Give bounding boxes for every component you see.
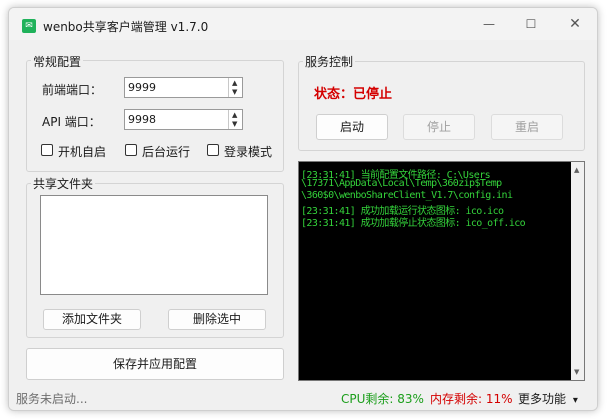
- restart-button[interactable]: 重启: [491, 114, 563, 140]
- window-title: wenbo共享客户端管理 v1.7.0: [43, 20, 209, 34]
- log-console[interactable]: [23:31:41] 当前配置文件路径: C:\Users \17371\App…: [298, 161, 585, 381]
- checkbox-box[interactable]: [125, 144, 137, 156]
- app-icon: ✉: [22, 19, 36, 33]
- general-config-title: 常规配置: [31, 53, 84, 70]
- save-apply-button[interactable]: 保存并应用配置: [26, 348, 284, 380]
- frontend-port-label: 前端端口：: [42, 83, 103, 97]
- frontend-port-spinner[interactable]: 9999 ▲ ▼: [124, 77, 243, 98]
- close-button[interactable]: ✕: [561, 12, 589, 36]
- status-bar: 服务未启动... CPU剩余: 83% 内存剩余: 11% 更多功能 ▾: [9, 386, 597, 410]
- memory-remaining: 内存剩余: 11%: [430, 392, 513, 406]
- title-bar: ✉ wenbo共享客户端管理 v1.7.0 — ☐ ✕: [9, 8, 597, 40]
- checkbox-box[interactable]: [207, 144, 219, 156]
- start-button[interactable]: 启动: [316, 114, 388, 140]
- frontend-port-value: 9999: [128, 81, 156, 94]
- delete-selected-button[interactable]: 删除选中: [168, 309, 266, 330]
- login-mode-label: 登录模式: [224, 145, 273, 159]
- service-status-text: 状态：已停止: [314, 87, 393, 102]
- maximize-button[interactable]: ☐: [517, 12, 545, 36]
- frontend-port-arrows[interactable]: ▲ ▼: [228, 78, 242, 97]
- service-control-title: 服务控制: [303, 53, 356, 70]
- app-window: ✉ wenbo共享客户端管理 v1.7.0 — ☐ ✕ 常规配置 前端端口： 9…: [8, 7, 598, 411]
- autostart-label: 开机自启: [58, 145, 107, 159]
- log-scrollbar[interactable]: ▲ ▼: [571, 162, 584, 380]
- checkbox-box[interactable]: [41, 144, 53, 156]
- log-line: \360$0\wenboShareClient_V1.7\config.ini: [301, 190, 513, 201]
- more-functions-label[interactable]: 更多功能: [518, 392, 566, 406]
- minimize-button[interactable]: —: [475, 12, 503, 36]
- more-functions-menu[interactable]: 更多功能 ▾: [518, 390, 578, 407]
- shared-folders-list[interactable]: [40, 195, 268, 295]
- spin-down-icon[interactable]: ▼: [232, 120, 237, 128]
- shared-folders-title: 共享文件夹: [31, 175, 96, 192]
- spin-up-icon[interactable]: ▲: [232, 111, 237, 119]
- log-line: [23:31:41] 成功加载停止状态图标: ico_off.ico: [301, 218, 526, 229]
- api-port-value: 9998: [128, 113, 156, 126]
- scroll-up-icon[interactable]: ▲: [574, 166, 579, 174]
- api-port-label: API 端口：: [42, 115, 101, 129]
- status-message: 服务未启动...: [16, 392, 88, 406]
- spin-down-icon[interactable]: ▼: [232, 88, 237, 96]
- add-folder-button[interactable]: 添加文件夹: [43, 309, 141, 330]
- cpu-remaining: CPU剩余: 83%: [341, 392, 424, 406]
- background-run-label: 后台运行: [142, 145, 191, 159]
- dropdown-icon[interactable]: ▾: [573, 395, 578, 406]
- api-port-spinner[interactable]: 9998 ▲ ▼: [124, 109, 243, 130]
- log-line: \17371\AppData\Local\Temp\360zip$Temp: [301, 178, 502, 189]
- spin-up-icon[interactable]: ▲: [232, 79, 237, 87]
- stop-button[interactable]: 停止: [403, 114, 475, 140]
- api-port-arrows[interactable]: ▲ ▼: [228, 110, 242, 129]
- scroll-down-icon[interactable]: ▼: [574, 368, 579, 376]
